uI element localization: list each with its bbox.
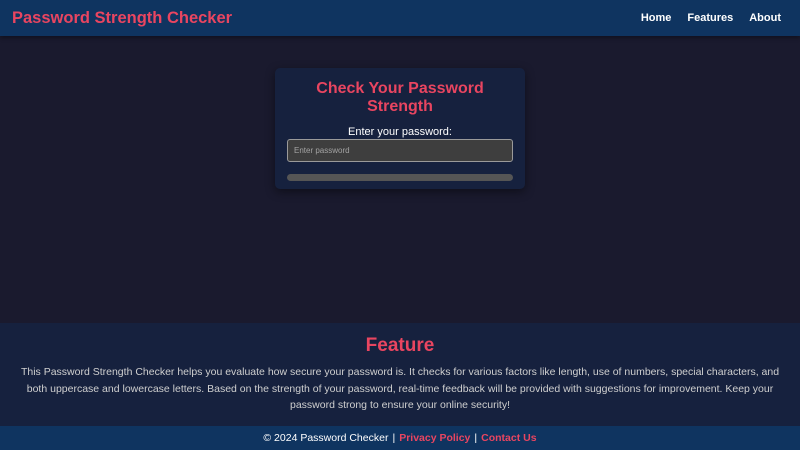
nav-about-link[interactable]: About	[749, 12, 781, 24]
feature-title: Feature	[365, 335, 435, 356]
contact-us-link[interactable]: Contact Us	[481, 432, 536, 444]
footer-separator: |	[474, 432, 478, 444]
strength-meter	[287, 174, 513, 181]
nav-home-link[interactable]: Home	[641, 12, 672, 24]
footer-copyright: © 2024 Password Checker	[263, 432, 389, 444]
checker-title: Check Your Password Strength	[316, 80, 484, 115]
privacy-policy-link[interactable]: Privacy Policy	[399, 432, 470, 444]
password-input[interactable]	[287, 139, 513, 162]
nav-links: Home Features About	[641, 12, 781, 24]
footer: © 2024 Password Checker | Privacy Policy…	[0, 426, 800, 450]
password-label: Enter your password:	[348, 126, 452, 138]
footer-separator: |	[392, 432, 396, 444]
nav-features-link[interactable]: Features	[687, 12, 733, 24]
password-checker-card: Check Your Password Strength Enter your …	[275, 68, 525, 189]
feature-section: Feature This Password Strength Checker h…	[0, 323, 800, 426]
navbar: Password Strength Checker Home Features …	[0, 0, 800, 36]
page: Password Strength Checker Home Features …	[0, 0, 800, 450]
brand-title[interactable]: Password Strength Checker	[12, 9, 232, 28]
feature-description: This Password Strength Checker helps you…	[20, 366, 780, 411]
